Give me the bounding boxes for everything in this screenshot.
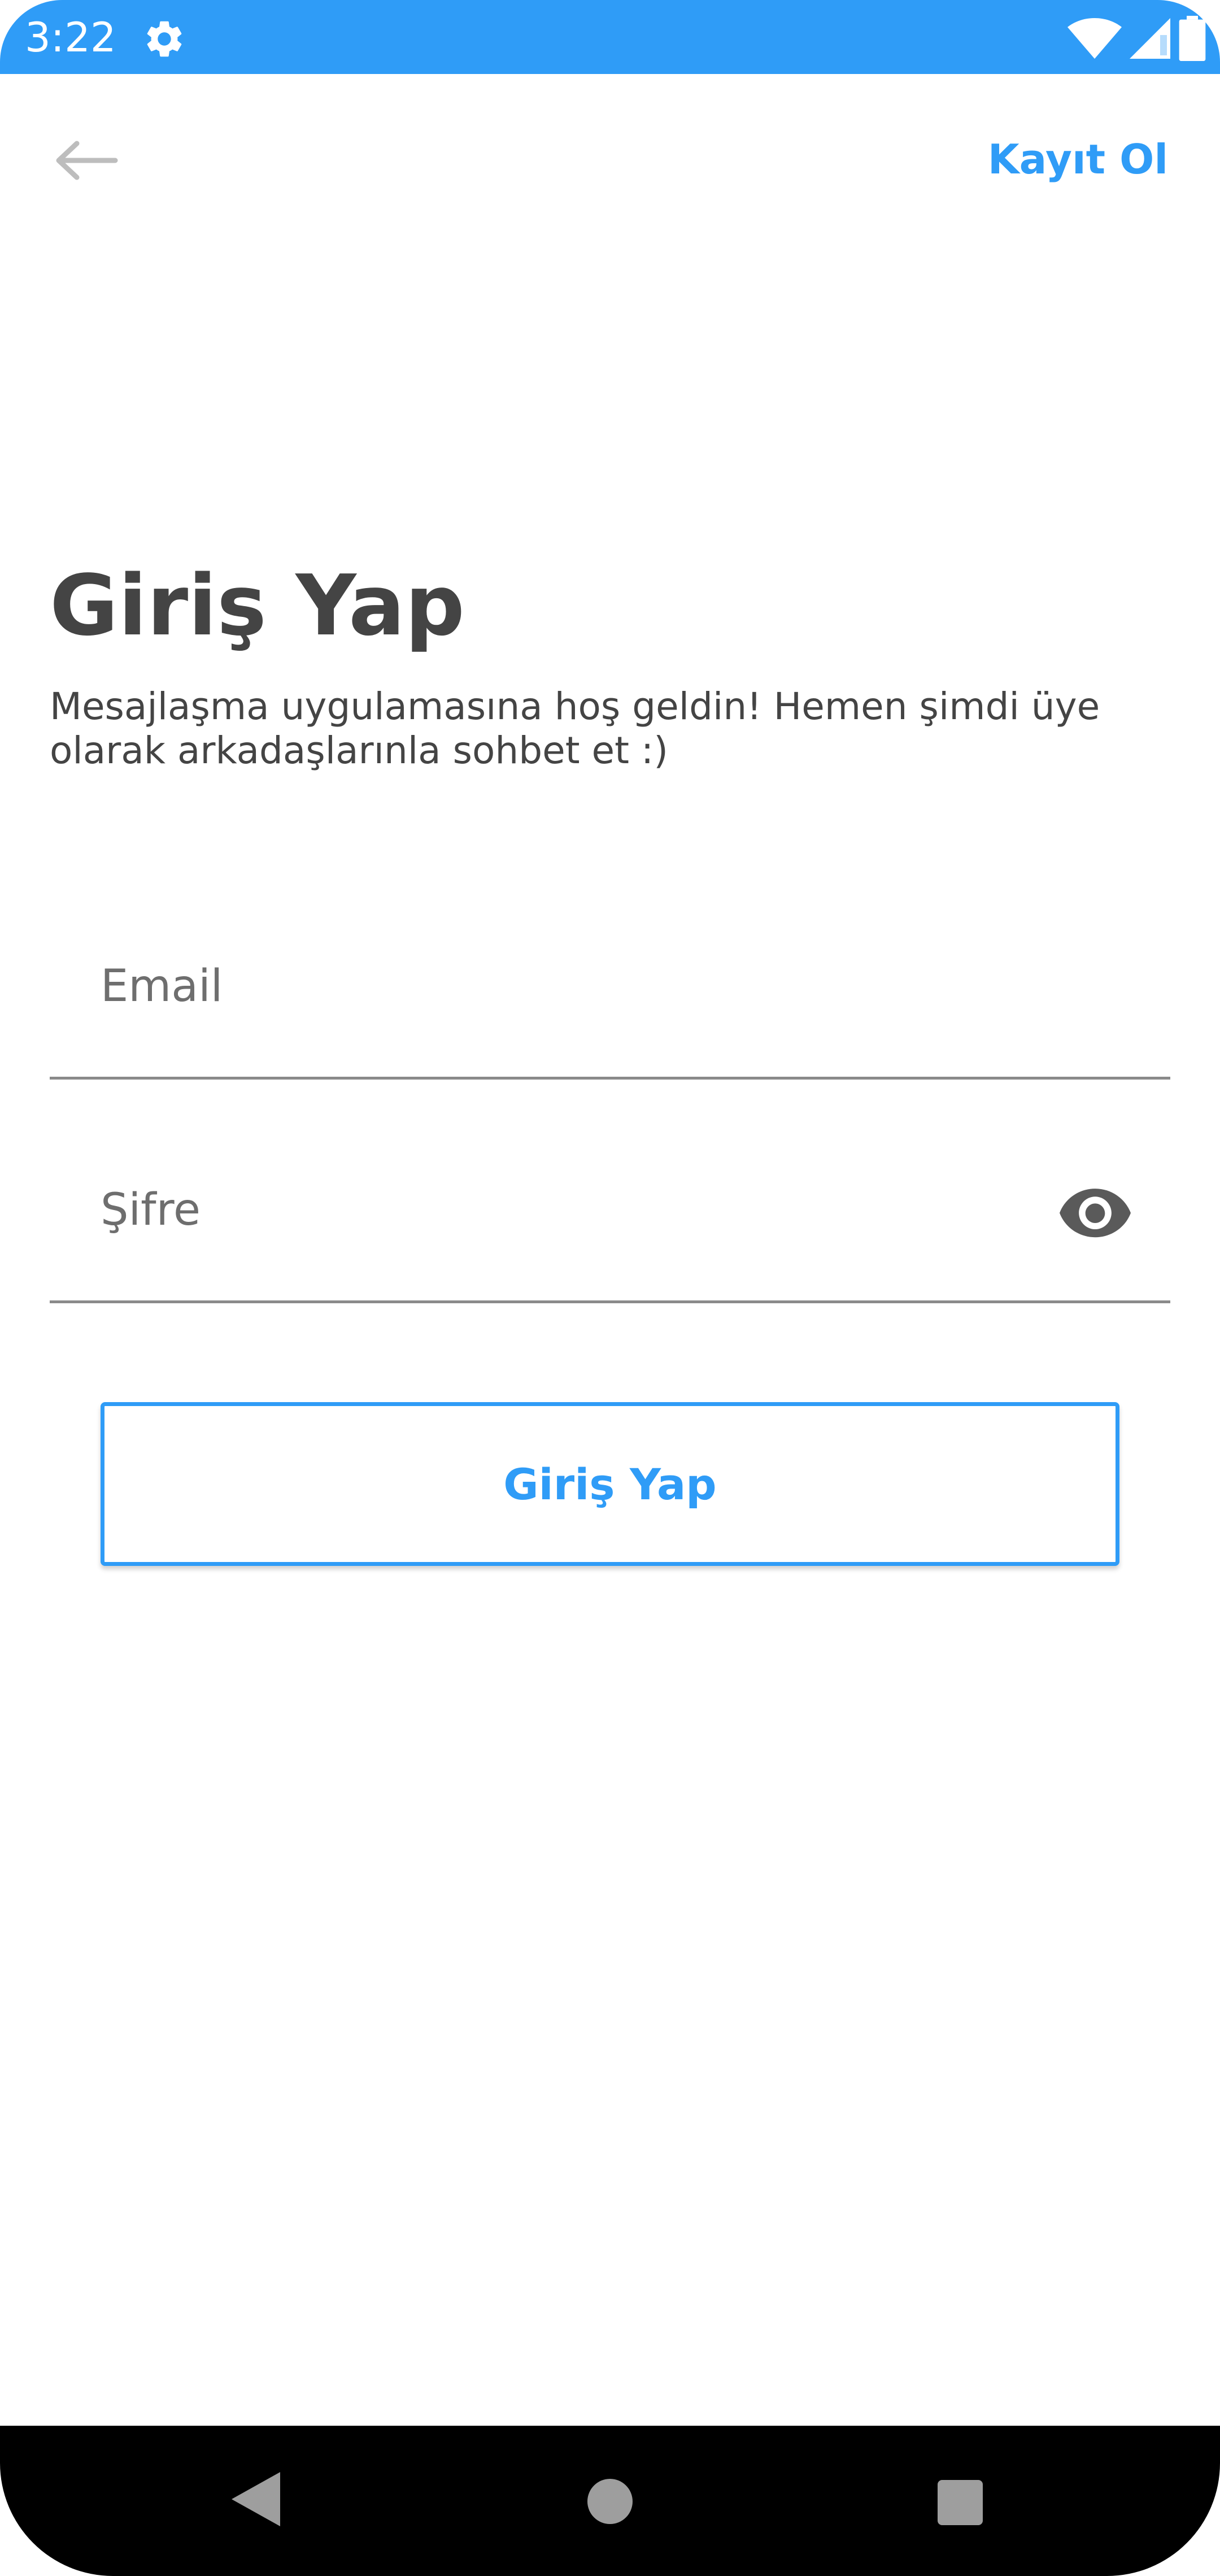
email-field[interactable] <box>101 941 1061 1032</box>
battery-icon <box>1179 16 1206 61</box>
page-title: Giriş Yap <box>50 557 465 654</box>
nav-home-icon[interactable] <box>587 2479 633 2524</box>
page-subtitle: Mesajlaşma uygulamasına hoş geldin! Heme… <box>50 685 1100 772</box>
nav-back-icon[interactable] <box>232 2472 280 2526</box>
status-icons <box>1068 16 1206 61</box>
eye-icon[interactable] <box>1060 1189 1131 1245</box>
status-time: 3:22 <box>25 14 116 61</box>
register-link[interactable]: Kayıt Ol <box>988 131 1168 188</box>
password-field[interactable] <box>101 1165 1061 1255</box>
arrow-left-icon[interactable] <box>52 138 120 183</box>
nav-recents-icon[interactable] <box>938 2480 983 2525</box>
navigation-bar <box>0 2426 1220 2576</box>
status-bar: 3:22 <box>0 0 1220 74</box>
email-field-container <box>50 941 1170 1080</box>
login-button[interactable]: Giriş Yap <box>101 1402 1119 1566</box>
signal-icon <box>1130 18 1170 59</box>
password-field-container <box>50 1165 1170 1303</box>
wifi-icon <box>1068 18 1122 59</box>
gear-icon <box>147 21 182 57</box>
